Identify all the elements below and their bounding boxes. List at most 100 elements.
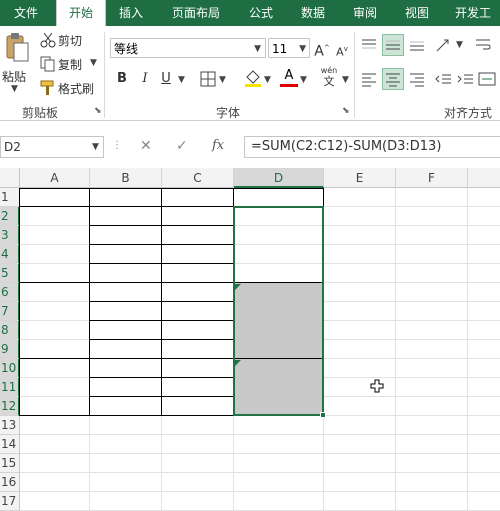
row-header-10[interactable]: 10	[0, 359, 20, 378]
phonetic-dropdown-icon[interactable]: ▼	[342, 75, 349, 85]
tab-view[interactable]: 视图	[394, 0, 440, 26]
staff-name-cell[interactable]	[90, 302, 162, 321]
copy-icon[interactable]	[40, 56, 56, 72]
staff-name-cell[interactable]	[90, 378, 162, 397]
tab-formulas[interactable]: 公式	[238, 0, 284, 26]
clipboard-launcher-icon[interactable]: ⬊	[94, 106, 102, 116]
staff-name-cell[interactable]	[90, 321, 162, 340]
name-box-dropdown-icon[interactable]: ▼	[92, 142, 99, 152]
staff-name-cell[interactable]	[90, 207, 162, 226]
sales-cell[interactable]	[162, 397, 234, 416]
format-painter-label[interactable]: 格式刷	[58, 80, 94, 97]
staff-name-cell[interactable]	[90, 340, 162, 359]
row-header-13[interactable]: 13	[0, 416, 20, 435]
row-header-16[interactable]: 16	[0, 473, 20, 492]
tab-page-layout[interactable]: 页面布局	[160, 0, 232, 26]
sales-cell[interactable]	[162, 321, 234, 340]
row-header-1[interactable]: 1	[0, 188, 20, 207]
column-header-e[interactable]: E	[324, 168, 396, 188]
increase-indent-icon[interactable]	[456, 70, 474, 88]
worksheet-grid[interactable]: A B C D E F 1 2 3 4 5 6 7 8 9 10 11 12 13 14 15 16 17	[0, 168, 500, 511]
bold-button[interactable]: B	[113, 70, 131, 88]
cut-label[interactable]: 剪切	[58, 32, 82, 49]
row-header-17[interactable]: 17	[0, 492, 20, 511]
paste-button[interactable]	[4, 32, 30, 64]
row-header-4[interactable]: 4	[0, 245, 20, 264]
staff-name-cell[interactable]	[90, 397, 162, 416]
row-header-9[interactable]: 9	[0, 340, 20, 359]
row-header-8[interactable]: 8	[0, 321, 20, 340]
paste-label[interactable]: 粘贴	[2, 68, 26, 85]
tab-home[interactable]: 开始	[56, 0, 106, 26]
row-header-12[interactable]: 12	[0, 397, 20, 416]
column-header-d[interactable]: D	[234, 168, 324, 188]
align-left-icon[interactable]	[360, 70, 378, 88]
sales-cell[interactable]	[162, 264, 234, 283]
borders-icon[interactable]	[200, 71, 216, 87]
cut-icon[interactable]	[40, 32, 56, 48]
cell-b1[interactable]	[90, 188, 162, 207]
grow-font-button[interactable]: A^	[313, 39, 331, 60]
column-header-c[interactable]: C	[162, 168, 234, 188]
sales-cell[interactable]	[162, 340, 234, 359]
fill-handle[interactable]	[320, 412, 326, 418]
enter-formula-icon[interactable]: ✓	[176, 138, 188, 154]
staff-name-cell[interactable]	[90, 359, 162, 378]
select-all-corner[interactable]	[0, 168, 20, 188]
row-header-7[interactable]: 7	[0, 302, 20, 321]
tab-developer[interactable]: 开发工	[446, 0, 500, 26]
sales-cell[interactable]	[162, 359, 234, 378]
cell-c1[interactable]	[162, 188, 234, 207]
tab-insert[interactable]: 插入	[108, 0, 154, 26]
formula-input[interactable]: =SUM(C2:C12)-SUM(D3:D13)	[244, 136, 500, 158]
staff-name-cell[interactable]	[90, 245, 162, 264]
font-color-button[interactable]: A	[280, 68, 298, 88]
tab-data[interactable]: 数据	[290, 0, 336, 26]
row-header-14[interactable]: 14	[0, 435, 20, 454]
align-top-icon[interactable]	[360, 36, 378, 54]
cell-d1[interactable]	[234, 188, 324, 207]
insert-function-icon[interactable]: fx	[212, 138, 224, 153]
tab-file[interactable]: 文件	[0, 0, 52, 26]
staff-name-cell[interactable]	[90, 264, 162, 283]
department-cell[interactable]	[20, 359, 90, 416]
wrap-text-icon[interactable]	[474, 36, 492, 54]
align-right-icon[interactable]	[408, 70, 426, 88]
paste-dropdown-icon[interactable]: ▼	[11, 84, 18, 94]
sales-cell[interactable]	[162, 226, 234, 245]
orientation-dropdown-icon[interactable]: ▼	[456, 40, 463, 50]
italic-button[interactable]: I	[136, 70, 154, 88]
tab-review[interactable]: 审阅	[342, 0, 388, 26]
shrink-font-button[interactable]: Av	[333, 40, 351, 59]
cell-a1[interactable]	[20, 188, 90, 207]
format-painter-icon[interactable]	[40, 80, 56, 96]
merge-center-icon[interactable]	[478, 70, 496, 88]
underline-button[interactable]: U	[157, 70, 175, 88]
row-header-5[interactable]: 5	[0, 264, 20, 283]
column-header-f[interactable]: F	[396, 168, 468, 188]
staff-name-cell[interactable]	[90, 226, 162, 245]
sales-cell[interactable]	[162, 283, 234, 302]
sales-cell[interactable]	[162, 302, 234, 321]
name-box[interactable]: D2	[0, 136, 104, 158]
sales-cell[interactable]	[162, 245, 234, 264]
copy-label[interactable]: 复制	[58, 56, 82, 73]
orientation-icon[interactable]	[434, 36, 452, 54]
copy-dropdown-icon[interactable]: ▼	[90, 58, 97, 68]
font-launcher-icon[interactable]: ⬊	[342, 106, 350, 116]
align-center-icon[interactable]	[382, 68, 404, 90]
align-bottom-icon[interactable]	[408, 36, 426, 54]
phonetic-guide-button[interactable]: wén 文	[318, 66, 340, 90]
font-color-dropdown-icon[interactable]: ▼	[300, 75, 307, 85]
row-header-11[interactable]: 11	[0, 378, 20, 397]
decrease-indent-icon[interactable]	[434, 70, 452, 88]
sales-cell[interactable]	[162, 378, 234, 397]
department-cell[interactable]	[20, 207, 90, 283]
column-header-a[interactable]: A	[20, 168, 90, 188]
column-header-b[interactable]: B	[90, 168, 162, 188]
department-cell[interactable]	[20, 283, 90, 359]
row-header-15[interactable]: 15	[0, 454, 20, 473]
font-size-select[interactable]: 11 ▼	[268, 38, 310, 58]
row-header-3[interactable]: 3	[0, 226, 20, 245]
borders-dropdown-icon[interactable]: ▼	[219, 75, 226, 85]
